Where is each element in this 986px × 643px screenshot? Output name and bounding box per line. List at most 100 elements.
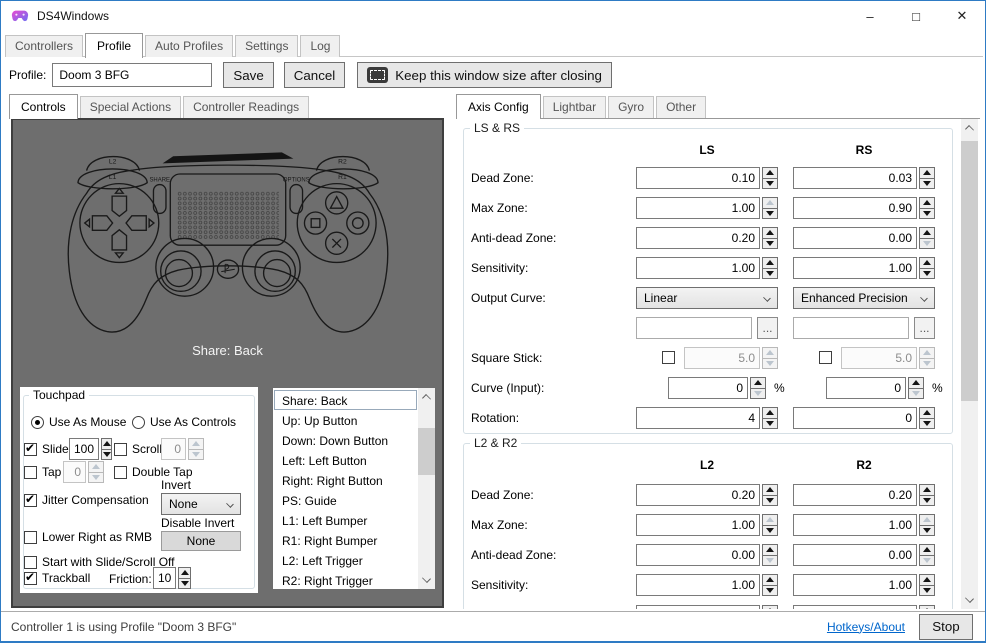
rs-dead-zone-value[interactable]: 0.03 [793, 167, 917, 189]
checkbox-icon[interactable] [24, 572, 37, 585]
r2-sensitivity-spinner[interactable]: 1.00 [793, 574, 935, 596]
ls-output-curve-dropdown[interactable]: Linear [636, 287, 778, 309]
rs-rotation-spinner[interactable]: 0 [793, 407, 935, 429]
button-bindings-list[interactable]: Share: Back Up: Up Button Down: Down But… [272, 387, 436, 590]
tab-controls[interactable]: Controls [9, 94, 78, 119]
list-item[interactable]: R2: Right Trigger [274, 570, 417, 590]
spin-down-icon[interactable] [762, 238, 778, 250]
spin-down-icon[interactable] [919, 525, 935, 537]
tab-log[interactable]: Log [300, 35, 340, 57]
list-item[interactable]: Right: Right Button [274, 470, 417, 490]
r2-max-zone-value[interactable]: 1.00 [793, 514, 917, 536]
rs-custom-curve-input[interactable] [793, 317, 909, 339]
tab-axis-config[interactable]: Axis Config [456, 94, 541, 119]
spin-down-icon[interactable] [178, 578, 191, 590]
l2-dead-zone-spinner[interactable]: 0.20 [636, 484, 778, 506]
rs-anti-dead-zone-spinner[interactable]: 0.00 [793, 227, 935, 249]
controller-diagram[interactable]: L2 L1 R2 R1 SHARE OPTIONS [21, 124, 435, 350]
stop-button[interactable]: Stop [919, 614, 973, 640]
ls-custom-curve-browse-button[interactable]: ... [757, 317, 778, 339]
rs-square-stick-spinner[interactable]: 5.0 [841, 347, 935, 369]
jitter-compensation-checkbox[interactable]: Jitter Compensation [24, 493, 149, 507]
keep-window-size-button[interactable]: Keep this window size after closing [357, 62, 612, 88]
profile-name-input[interactable]: Doom 3 BFG [52, 63, 212, 87]
scrollbar-thumb[interactable] [418, 428, 435, 475]
invert-dropdown[interactable]: None [161, 493, 241, 515]
ls-square-stick-value[interactable]: 5.0 [684, 347, 760, 369]
ls-sensitivity-spinner[interactable]: 1.00 [636, 257, 778, 279]
disable-invert-button[interactable]: None [161, 531, 241, 551]
rs-sensitivity-value[interactable]: 1.00 [793, 257, 917, 279]
l2-dead-zone-value[interactable]: 0.20 [636, 484, 760, 506]
rs-square-stick-checkbox[interactable] [819, 351, 832, 364]
list-item[interactable]: R1: Right Bumper [274, 530, 417, 550]
l2-sensitivity-value[interactable]: 1.00 [636, 574, 760, 596]
slide-value[interactable]: 100 [69, 438, 99, 460]
list-item[interactable]: PS: Guide [274, 490, 417, 510]
save-button[interactable]: Save [223, 62, 273, 88]
list-item[interactable]: Down: Down Button [274, 430, 417, 450]
tab-auto-profiles[interactable]: Auto Profiles [145, 35, 233, 57]
r2-anti-dead-zone-spinner[interactable]: 0.00 [793, 544, 935, 566]
r2-anti-dead-zone-value[interactable]: 0.00 [793, 544, 917, 566]
use-as-mouse-radio[interactable]: Use As Mouse [31, 415, 126, 429]
spin-down-icon[interactable] [919, 585, 935, 597]
scroll-up-icon[interactable] [961, 119, 978, 136]
rs-curve-input-spinner[interactable]: 0 [826, 377, 924, 399]
tab-other[interactable]: Other [656, 96, 706, 118]
spin-down-icon[interactable] [762, 268, 778, 280]
tab-profile[interactable]: Profile [85, 33, 143, 58]
checkbox-icon[interactable] [24, 443, 37, 456]
r2-dead-zone-value[interactable]: 0.20 [793, 484, 917, 506]
trackball-checkbox[interactable]: Trackball [24, 571, 90, 585]
ls-sensitivity-value[interactable]: 1.00 [636, 257, 760, 279]
spin-down-icon[interactable] [919, 358, 935, 370]
rs-rotation-value[interactable]: 0 [793, 407, 917, 429]
spin-down-icon[interactable] [762, 555, 778, 567]
l2-max-zone-value[interactable]: 1.00 [636, 514, 760, 536]
ls-max-zone-value[interactable]: 1.00 [636, 197, 760, 219]
list-item[interactable]: L2: Left Trigger [274, 550, 417, 570]
ls-custom-curve-input[interactable] [636, 317, 752, 339]
spin-down-icon[interactable] [88, 472, 104, 484]
double-tap-checkbox[interactable]: Double Tap [114, 465, 193, 479]
ls-anti-dead-zone-spinner[interactable]: 0.20 [636, 227, 778, 249]
scroll-checkbox[interactable]: Scroll [114, 442, 162, 456]
spin-down-icon[interactable] [762, 358, 778, 370]
rs-sensitivity-spinner[interactable]: 1.00 [793, 257, 935, 279]
l2-sensitivity-spinner[interactable]: 1.00 [636, 574, 778, 596]
l2-anti-dead-zone-value[interactable]: 0.00 [636, 544, 760, 566]
spin-down-icon[interactable] [919, 495, 935, 507]
friction-spinner[interactable]: 10 [153, 567, 191, 589]
ls-rotation-value[interactable]: 4 [636, 407, 760, 429]
scroll-up-icon[interactable] [418, 388, 435, 405]
scroll-down-icon[interactable] [418, 572, 435, 589]
scrollbar-thumb[interactable] [961, 141, 978, 401]
tab-controller-readings[interactable]: Controller Readings [183, 96, 309, 118]
list-scrollbar[interactable] [418, 388, 435, 589]
spin-down-icon[interactable] [908, 388, 924, 400]
ls-curve-input-value[interactable]: 0 [668, 377, 748, 399]
list-item[interactable]: L1: Left Bumper [274, 510, 417, 530]
minimize-button[interactable]: – [847, 1, 893, 31]
ls-curve-input-spinner[interactable]: 0 [668, 377, 766, 399]
spin-down-icon[interactable] [101, 449, 112, 461]
list-item[interactable]: Left: Left Button [274, 450, 417, 470]
rs-output-curve-dropdown[interactable]: Enhanced Precision [793, 287, 935, 309]
ls-square-stick-checkbox[interactable] [662, 351, 675, 364]
radio-icon[interactable] [132, 416, 145, 429]
l2-anti-dead-zone-spinner[interactable]: 0.00 [636, 544, 778, 566]
spin-down-icon[interactable] [762, 418, 778, 430]
list-item[interactable]: Up: Up Button [274, 410, 417, 430]
rs-square-stick-value[interactable]: 5.0 [841, 347, 917, 369]
spin-down-icon[interactable] [919, 238, 935, 250]
ls-max-zone-spinner[interactable]: 1.00 [636, 197, 778, 219]
checkbox-icon[interactable] [24, 556, 37, 569]
rs-anti-dead-zone-value[interactable]: 0.00 [793, 227, 917, 249]
slide-checkbox[interactable]: Slide [24, 442, 69, 456]
axis-panel-scrollbar[interactable] [961, 119, 978, 609]
slide-sensitivity-spinner[interactable]: 100 [69, 438, 112, 460]
spin-down-icon[interactable] [919, 418, 935, 430]
maximize-button[interactable]: □ [893, 1, 939, 31]
l2-max-zone-spinner[interactable]: 1.00 [636, 514, 778, 536]
